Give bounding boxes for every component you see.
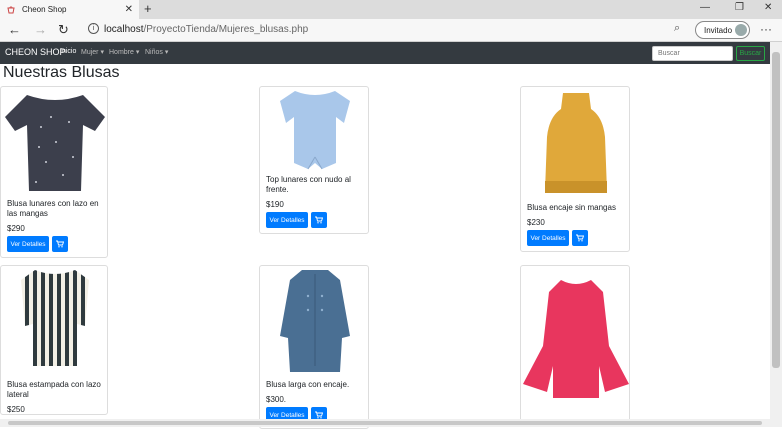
product-price: $230	[527, 218, 545, 227]
new-tab-icon[interactable]: +	[144, 1, 152, 16]
product-card: Blusa estampada con lazo lateral $250	[0, 265, 108, 415]
product-name: Blusa larga con encaje.	[266, 380, 350, 389]
product-card: Blusa lunares con lazo en las mangas $29…	[0, 86, 108, 258]
product-card: Blusa encaje sin mangas $230 Ver Detalle…	[520, 86, 630, 252]
product-name: Top lunares con nudo al frente.	[266, 175, 351, 194]
refresh-icon[interactable]: ↻	[58, 22, 69, 38]
add-to-cart-button[interactable]	[52, 236, 68, 252]
url-field[interactable]: localhost/ProyectoTienda/Mujeres_blusas.…	[104, 24, 308, 35]
browser-tab-bar: Cheon Shop ✕ + — ❐ ✕	[0, 0, 782, 19]
product-price: $250	[7, 405, 25, 414]
nav-inicio[interactable]: Inicio	[60, 48, 76, 55]
search-input[interactable]	[652, 46, 733, 61]
page-title: Nuestras Blusas	[3, 64, 120, 81]
nav-mujer-dropdown[interactable]: Mujer ▾	[81, 48, 104, 56]
product-image[interactable]	[1, 87, 107, 199]
product-image[interactable]	[260, 266, 368, 380]
nav-hombre-dropdown[interactable]: Hombre ▾	[109, 48, 139, 56]
nav-ninos-label: Niños	[145, 49, 163, 56]
product-price: $290	[7, 224, 25, 233]
close-window-icon[interactable]: ✕	[764, 2, 772, 13]
scroll-thumb[interactable]	[8, 421, 762, 425]
avatar	[735, 24, 747, 36]
site-brand[interactable]: CHEON SHOP	[5, 47, 66, 57]
view-details-button[interactable]: Ver Detalles	[7, 236, 49, 252]
vertical-scrollbar[interactable]	[770, 42, 782, 427]
product-name: Blusa lunares con lazo en las mangas	[7, 199, 99, 218]
product-name: Blusa estampada con lazo lateral	[7, 380, 101, 399]
profile-label: Invitado	[704, 25, 733, 35]
product-price: $190	[266, 200, 284, 209]
nav-mujer-label: Mujer	[81, 49, 99, 56]
profile-button[interactable]: Invitado	[695, 21, 750, 39]
url-path: /ProyectoTienda/Mujeres_blusas.php	[143, 24, 309, 35]
product-card: Top lunares con nudo al frente. $190 Ver…	[259, 86, 369, 234]
cart-icon	[315, 411, 323, 419]
restore-icon[interactable]: ❐	[735, 2, 744, 13]
view-details-button[interactable]: Ver Detalles	[266, 212, 308, 228]
browser-tab[interactable]: Cheon Shop ✕	[0, 0, 139, 19]
cart-icon	[576, 234, 584, 242]
product-image[interactable]	[521, 87, 629, 203]
more-menu-icon[interactable]: ···	[760, 22, 772, 36]
scroll-thumb[interactable]	[772, 52, 780, 368]
cart-icon	[56, 240, 64, 248]
nav-hombre-label: Hombre	[109, 49, 134, 56]
product-image[interactable]	[260, 87, 368, 175]
back-icon[interactable]: ←	[8, 22, 21, 37]
url-host: localhost	[104, 24, 144, 35]
close-tab-icon[interactable]: ✕	[125, 4, 133, 15]
product-image[interactable]	[521, 266, 629, 406]
address-bar: ← → ↻ i localhost/ProyectoTienda/Mujeres…	[0, 19, 782, 42]
minimize-icon[interactable]: —	[700, 2, 710, 13]
forward-icon[interactable]: →	[34, 22, 47, 37]
site-navbar: CHEON SHOP Inicio Mujer ▾ Hombre ▾ Niños…	[0, 42, 770, 64]
add-to-cart-button[interactable]	[311, 212, 327, 228]
product-card: Blusa larga con encaje. $300. Ver Detall…	[259, 265, 369, 429]
search-button[interactable]: Buscar	[736, 46, 765, 61]
cart-icon	[315, 216, 323, 224]
site-info-icon[interactable]: i	[88, 23, 99, 34]
view-details-button[interactable]: Ver Detalles	[527, 230, 569, 246]
product-price: $300.	[266, 395, 287, 404]
zoom-icon[interactable]: ⌕	[674, 22, 680, 35]
product-image[interactable]	[1, 266, 107, 380]
shop-favicon-icon	[7, 5, 15, 13]
product-name: Blusa encaje sin mangas	[527, 203, 616, 212]
nav-ninos-dropdown[interactable]: Niños ▾	[145, 48, 168, 56]
add-to-cart-button[interactable]	[572, 230, 588, 246]
tab-title: Cheon Shop	[22, 5, 67, 14]
product-card	[520, 265, 630, 425]
horizontal-scrollbar[interactable]	[0, 419, 770, 427]
